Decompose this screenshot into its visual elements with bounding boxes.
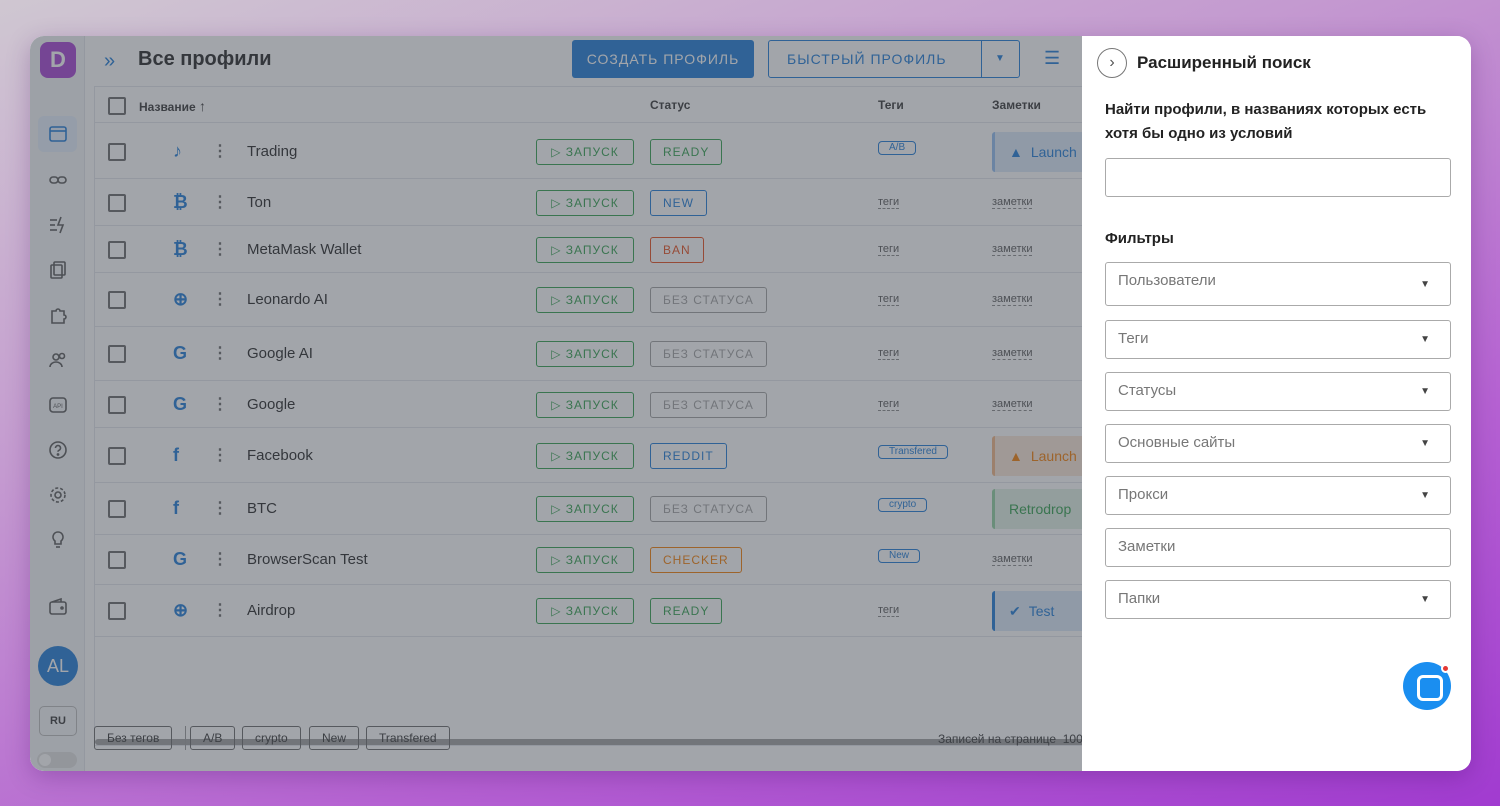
filter-select[interactable]: Пользователи ▼	[1105, 262, 1451, 306]
caret-down-icon: ▼	[1420, 594, 1430, 605]
name-conditions-input[interactable]	[1105, 158, 1451, 197]
filters-heading: Фильтры	[1105, 230, 1174, 247]
chat-support-button[interactable]	[1403, 662, 1451, 710]
caret-down-icon: ▼	[1420, 279, 1430, 290]
advanced-search-panel: › Расширенный поиск Найти профили, в наз…	[1082, 36, 1471, 771]
panel-title: Расширенный поиск	[1137, 53, 1311, 72]
filter-select[interactable]: Статусы ▼	[1105, 372, 1451, 411]
filter-select[interactable]: Прокси ▼	[1105, 476, 1451, 515]
select-placeholder: Теги	[1118, 330, 1149, 347]
select-placeholder: Основные сайты	[1118, 434, 1236, 451]
select-placeholder: Папки	[1118, 590, 1161, 607]
caret-down-icon: ▼	[1420, 438, 1430, 449]
panel-description: Найти профили, в названиях которых есть …	[1105, 101, 1427, 142]
select-placeholder: Заметки	[1118, 538, 1176, 555]
caret-down-icon: ▼	[1420, 334, 1430, 345]
modal-overlay[interactable]	[30, 36, 1082, 771]
filter-select[interactable]: Заметки	[1105, 528, 1451, 567]
select-placeholder: Прокси	[1118, 486, 1169, 503]
select-placeholder: Статусы	[1118, 382, 1177, 399]
select-placeholder: Пользователи	[1118, 272, 1216, 289]
filter-select[interactable]: Основные сайты ▼	[1105, 424, 1451, 463]
filter-select[interactable]: Теги ▼	[1105, 320, 1451, 359]
filter-select[interactable]: Папки ▼	[1105, 580, 1451, 619]
notification-dot	[1441, 664, 1450, 673]
chevron-right-icon[interactable]: ›	[1097, 48, 1127, 78]
caret-down-icon: ▼	[1420, 386, 1430, 397]
app-window: D API AL	[30, 36, 1471, 771]
caret-down-icon: ▼	[1420, 490, 1430, 501]
